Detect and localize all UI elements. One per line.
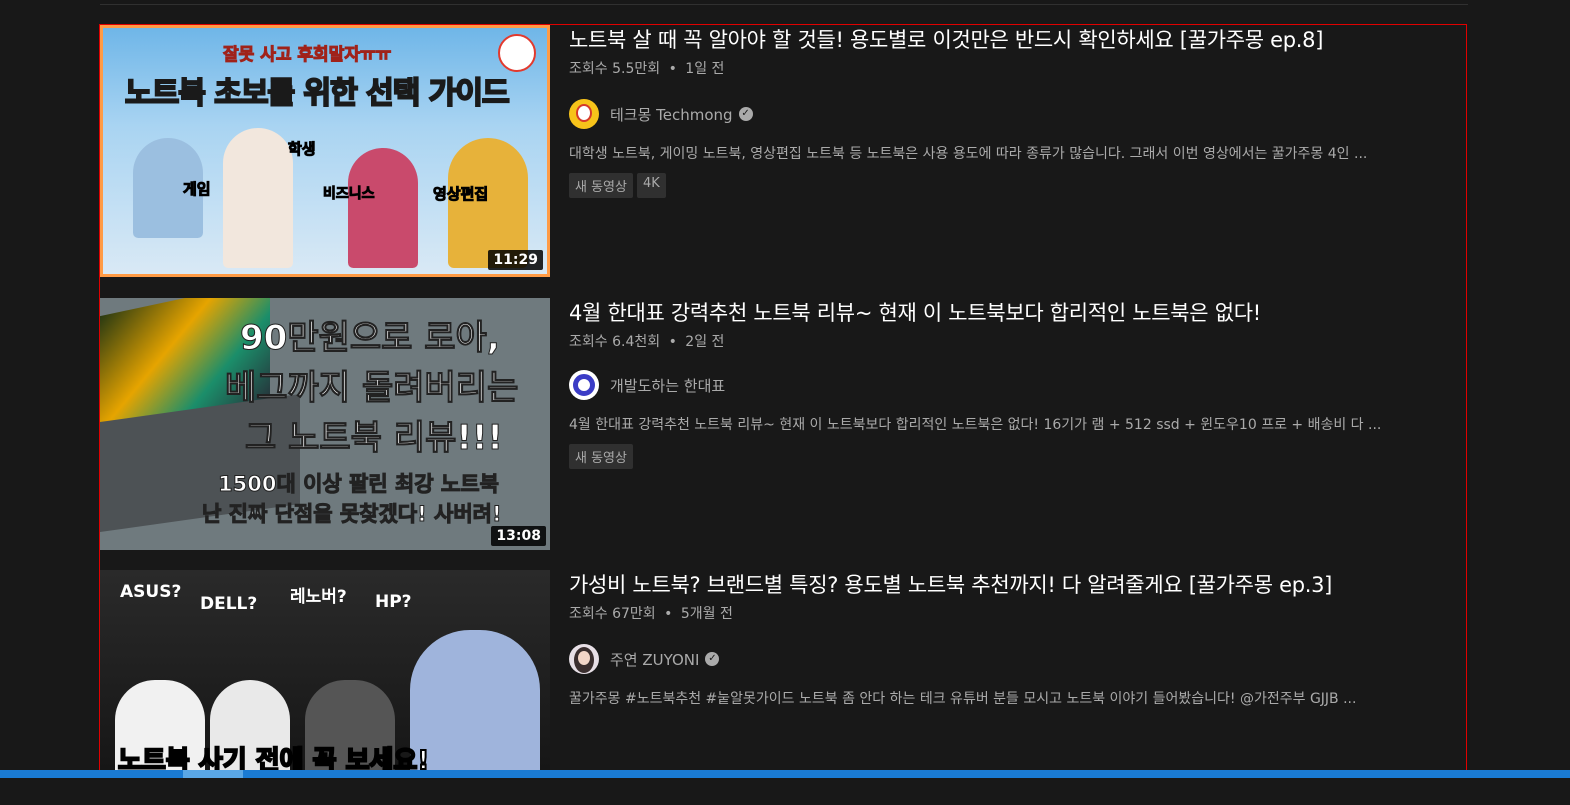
video-meta: 조회수 67만회 • 5개월 전 bbox=[569, 603, 1464, 625]
thumbnail-label: 게임 bbox=[183, 180, 212, 199]
channel-row[interactable]: 개발도하는 한대표 bbox=[569, 369, 1464, 401]
video-thumbnail[interactable]: ASUS? DELL? 레노버? HP? 노트북 사기 전에 꼭 보세요! bbox=[100, 570, 550, 775]
video-info: 노트북 살 때 꼭 알아야 할 것들! 용도별로 이것만은 반드시 확인하세요 … bbox=[569, 25, 1464, 198]
video-result[interactable]: 90만원으로 로아, 베그까지 돌려버리는 그 노트북 리뷰!!! 1500대 … bbox=[100, 298, 1466, 550]
badge: 새 동영상 bbox=[569, 444, 633, 469]
thumbnail-subline: 1500대 이상 팔린 최강 노트북 bbox=[218, 472, 500, 497]
channel-avatar[interactable] bbox=[569, 99, 599, 129]
thumbnail-label: ASUS? bbox=[120, 582, 182, 602]
verified-badge-icon: ✓ bbox=[738, 107, 753, 121]
video-duration: 13:08 bbox=[491, 526, 546, 546]
person-figure bbox=[410, 630, 540, 775]
thumbnail-image: 잘못 사고 후회말자ㅠㅠ 노트북 초보를 위한 선택 가이드 게임 학생 비즈니… bbox=[103, 28, 547, 274]
taskbar-segment bbox=[183, 770, 243, 778]
thumbnail-line: 90만원으로 로아, bbox=[240, 318, 501, 359]
thumbnail-label: 영상편집 bbox=[432, 185, 489, 204]
verified-badge-icon: ✓ bbox=[705, 652, 720, 666]
view-count: 조회수 6.4천회 bbox=[569, 334, 661, 350]
meta-separator: • bbox=[668, 334, 677, 350]
upload-age: 2일 전 bbox=[685, 334, 725, 350]
thumbnail-image: ASUS? DELL? 레노버? HP? 노트북 사기 전에 꼭 보세요! bbox=[100, 570, 550, 775]
top-divider bbox=[100, 4, 1468, 5]
person-figure bbox=[348, 148, 418, 268]
mascot-icon bbox=[498, 34, 536, 72]
upload-age: 5개월 전 bbox=[680, 606, 733, 622]
taskbar-strip bbox=[0, 770, 1570, 778]
badge: 4K bbox=[636, 173, 666, 198]
badge-list: 새 동영상 bbox=[569, 444, 1464, 469]
channel-row[interactable]: 주연 ZUYONI ✓ bbox=[569, 643, 1464, 675]
video-meta: 조회수 6.4천회 • 2일 전 bbox=[569, 331, 1464, 353]
view-count: 조회수 5.5만회 bbox=[569, 61, 661, 77]
video-thumbnail[interactable]: 잘못 사고 후회말자ㅠㅠ 노트북 초보를 위한 선택 가이드 게임 학생 비즈니… bbox=[100, 25, 550, 277]
view-count: 조회수 67만회 bbox=[569, 606, 656, 622]
thumbnail-label: 레노버? bbox=[290, 587, 347, 607]
thumbnail-top-text: 잘못 사고 후회말자ㅠㅠ bbox=[222, 45, 392, 66]
video-title[interactable]: 노트북 살 때 꼭 알아야 할 것들! 용도별로 이것만은 반드시 확인하세요 … bbox=[569, 25, 1464, 56]
thumbnail-image: 90만원으로 로아, 베그까지 돌려버리는 그 노트북 리뷰!!! 1500대 … bbox=[100, 298, 550, 550]
channel-name[interactable]: 개발도하는 한대표 bbox=[610, 375, 725, 396]
video-duration: 11:29 bbox=[488, 250, 543, 270]
video-result[interactable]: 잘못 사고 후회말자ㅠㅠ 노트북 초보를 위한 선택 가이드 게임 학생 비즈니… bbox=[100, 25, 1466, 277]
meta-separator: • bbox=[664, 606, 673, 622]
badge: 새 동영상 bbox=[569, 173, 633, 198]
person-figure bbox=[223, 128, 293, 268]
badge-list: 새 동영상 4K bbox=[569, 173, 1464, 198]
video-info: 가성비 노트북? 브랜드별 특징? 용도별 노트북 추천까지! 다 알려줄게요 … bbox=[569, 570, 1464, 710]
thumbnail-line: 베그까지 돌려버리는 bbox=[224, 368, 519, 409]
channel-avatar[interactable] bbox=[569, 644, 599, 674]
thumbnail-label: HP? bbox=[375, 592, 412, 612]
video-meta: 조회수 5.5만회 • 1일 전 bbox=[569, 58, 1464, 80]
video-thumbnail[interactable]: 90만원으로 로아, 베그까지 돌려버리는 그 노트북 리뷰!!! 1500대 … bbox=[100, 298, 550, 550]
video-description: 4월 한대표 강력추천 노트북 리뷰~ 현재 이 노트북보다 합리적인 노트북은… bbox=[569, 417, 1382, 433]
video-description: 대학생 노트북, 게이밍 노트북, 영상편집 노트북 등 노트북은 사용 용도에… bbox=[569, 146, 1368, 162]
video-title[interactable]: 4월 한대표 강력추천 노트북 리뷰~ 현재 이 노트북보다 합리적인 노트북은… bbox=[569, 298, 1464, 329]
meta-separator: • bbox=[668, 61, 677, 77]
video-description: 꿀가주몽 #노트북추천 #눝알못가이드 노트북 좀 안다 하는 테크 유튜버 분… bbox=[569, 691, 1357, 707]
thumbnail-label: 학생 bbox=[288, 140, 317, 159]
upload-age: 1일 전 bbox=[685, 61, 725, 77]
channel-name[interactable]: 테크몽 Techmong bbox=[610, 104, 733, 125]
video-info: 4월 한대표 강력추천 노트북 리뷰~ 현재 이 노트북보다 합리적인 노트북은… bbox=[569, 298, 1464, 469]
thumbnail-label: DELL? bbox=[200, 594, 258, 614]
thumbnail-line: 그 노트북 리뷰!!! bbox=[245, 418, 504, 459]
channel-name[interactable]: 주연 ZUYONI bbox=[610, 649, 699, 670]
video-title[interactable]: 가성비 노트북? 브랜드별 특징? 용도별 노트북 추천까지! 다 알려줄게요 … bbox=[569, 570, 1464, 601]
channel-avatar[interactable] bbox=[569, 370, 599, 400]
video-result[interactable]: ASUS? DELL? 레노버? HP? 노트북 사기 전에 꼭 보세요! 가성… bbox=[100, 570, 1466, 775]
thumbnail-subline: 난 진짜 단점을 못찾겠다! 사버려! bbox=[202, 502, 503, 527]
search-results-list: 잘못 사고 후회말자ㅠㅠ 노트북 초보를 위한 선택 가이드 게임 학생 비즈니… bbox=[99, 24, 1467, 776]
thumbnail-headline: 노트북 초보를 위한 선택 가이드 bbox=[124, 75, 511, 112]
channel-row[interactable]: 테크몽 Techmong ✓ bbox=[569, 98, 1464, 130]
thumbnail-label: 비즈니스 bbox=[323, 186, 376, 203]
